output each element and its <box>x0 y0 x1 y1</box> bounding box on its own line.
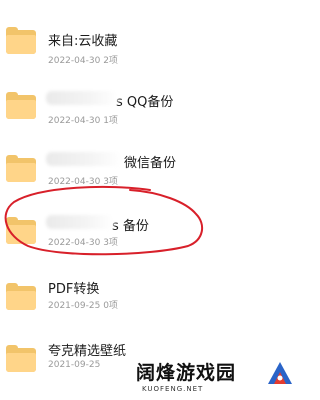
folder-name: 夸克精选壁纸 <box>48 344 127 359</box>
folder-meta: 2021-09-25 <box>48 360 100 370</box>
mascot-icon <box>268 362 292 384</box>
folder-name: 微信备份 <box>124 156 177 171</box>
folder-date: 2022-04-30 <box>48 56 101 66</box>
folder-icon <box>6 27 36 54</box>
watermark-logo: 阔烽游戏园 KUOFENG.NET <box>136 358 300 400</box>
folder-icon <box>6 155 36 182</box>
folder-count: 2项 <box>103 56 118 66</box>
folder-icon <box>6 283 36 310</box>
folder-date: 2022-04-30 <box>48 238 101 248</box>
folder-name: s QQ备份 <box>116 95 174 110</box>
redaction-blur <box>46 215 114 229</box>
folder-count: 0项 <box>103 301 118 311</box>
watermark-sub: KUOFENG.NET <box>142 385 204 393</box>
folder-date: 2021-09-25 <box>48 301 101 311</box>
folder-row[interactable]: 来自:云收藏 2022-04-30 2项 <box>0 10 300 70</box>
folder-count: 3项 <box>103 177 118 187</box>
folder-meta: 2021-09-25 0项 <box>48 298 118 311</box>
folder-row[interactable]: s 备份 2022-04-30 3项 <box>0 200 300 260</box>
folder-icon <box>6 345 36 372</box>
folder-date: 2022-04-30 <box>48 116 101 126</box>
folder-date: 2021-09-25 <box>48 360 101 370</box>
folder-name: PDF转换 <box>48 282 100 297</box>
folder-name: s 备份 <box>112 219 149 234</box>
folder-row[interactable]: PDF转换 2021-09-25 0项 <box>0 268 300 328</box>
folder-meta: 2022-04-30 2项 <box>48 53 118 66</box>
redaction-blur <box>46 91 118 105</box>
watermark-text: 阔烽游戏园 <box>136 362 237 384</box>
file-list: 来自:云收藏 2022-04-30 2项 s QQ备份 2022-04-30 1… <box>0 0 300 400</box>
folder-date: 2022-04-30 <box>48 177 101 187</box>
folder-row[interactable]: s QQ备份 2022-04-30 1项 <box>0 75 300 135</box>
folder-meta: 2022-04-30 3项 <box>48 174 118 187</box>
folder-count: 3项 <box>103 238 118 248</box>
folder-meta: 2022-04-30 1项 <box>48 113 118 126</box>
folder-icon <box>6 217 36 244</box>
folder-icon <box>6 92 36 119</box>
folder-meta: 2022-04-30 3项 <box>48 235 118 248</box>
redaction-blur <box>46 152 122 166</box>
folder-name: 来自:云收藏 <box>48 34 118 49</box>
folder-count: 1项 <box>103 116 118 126</box>
folder-row[interactable]: 微信备份 2022-04-30 3项 <box>0 140 300 200</box>
